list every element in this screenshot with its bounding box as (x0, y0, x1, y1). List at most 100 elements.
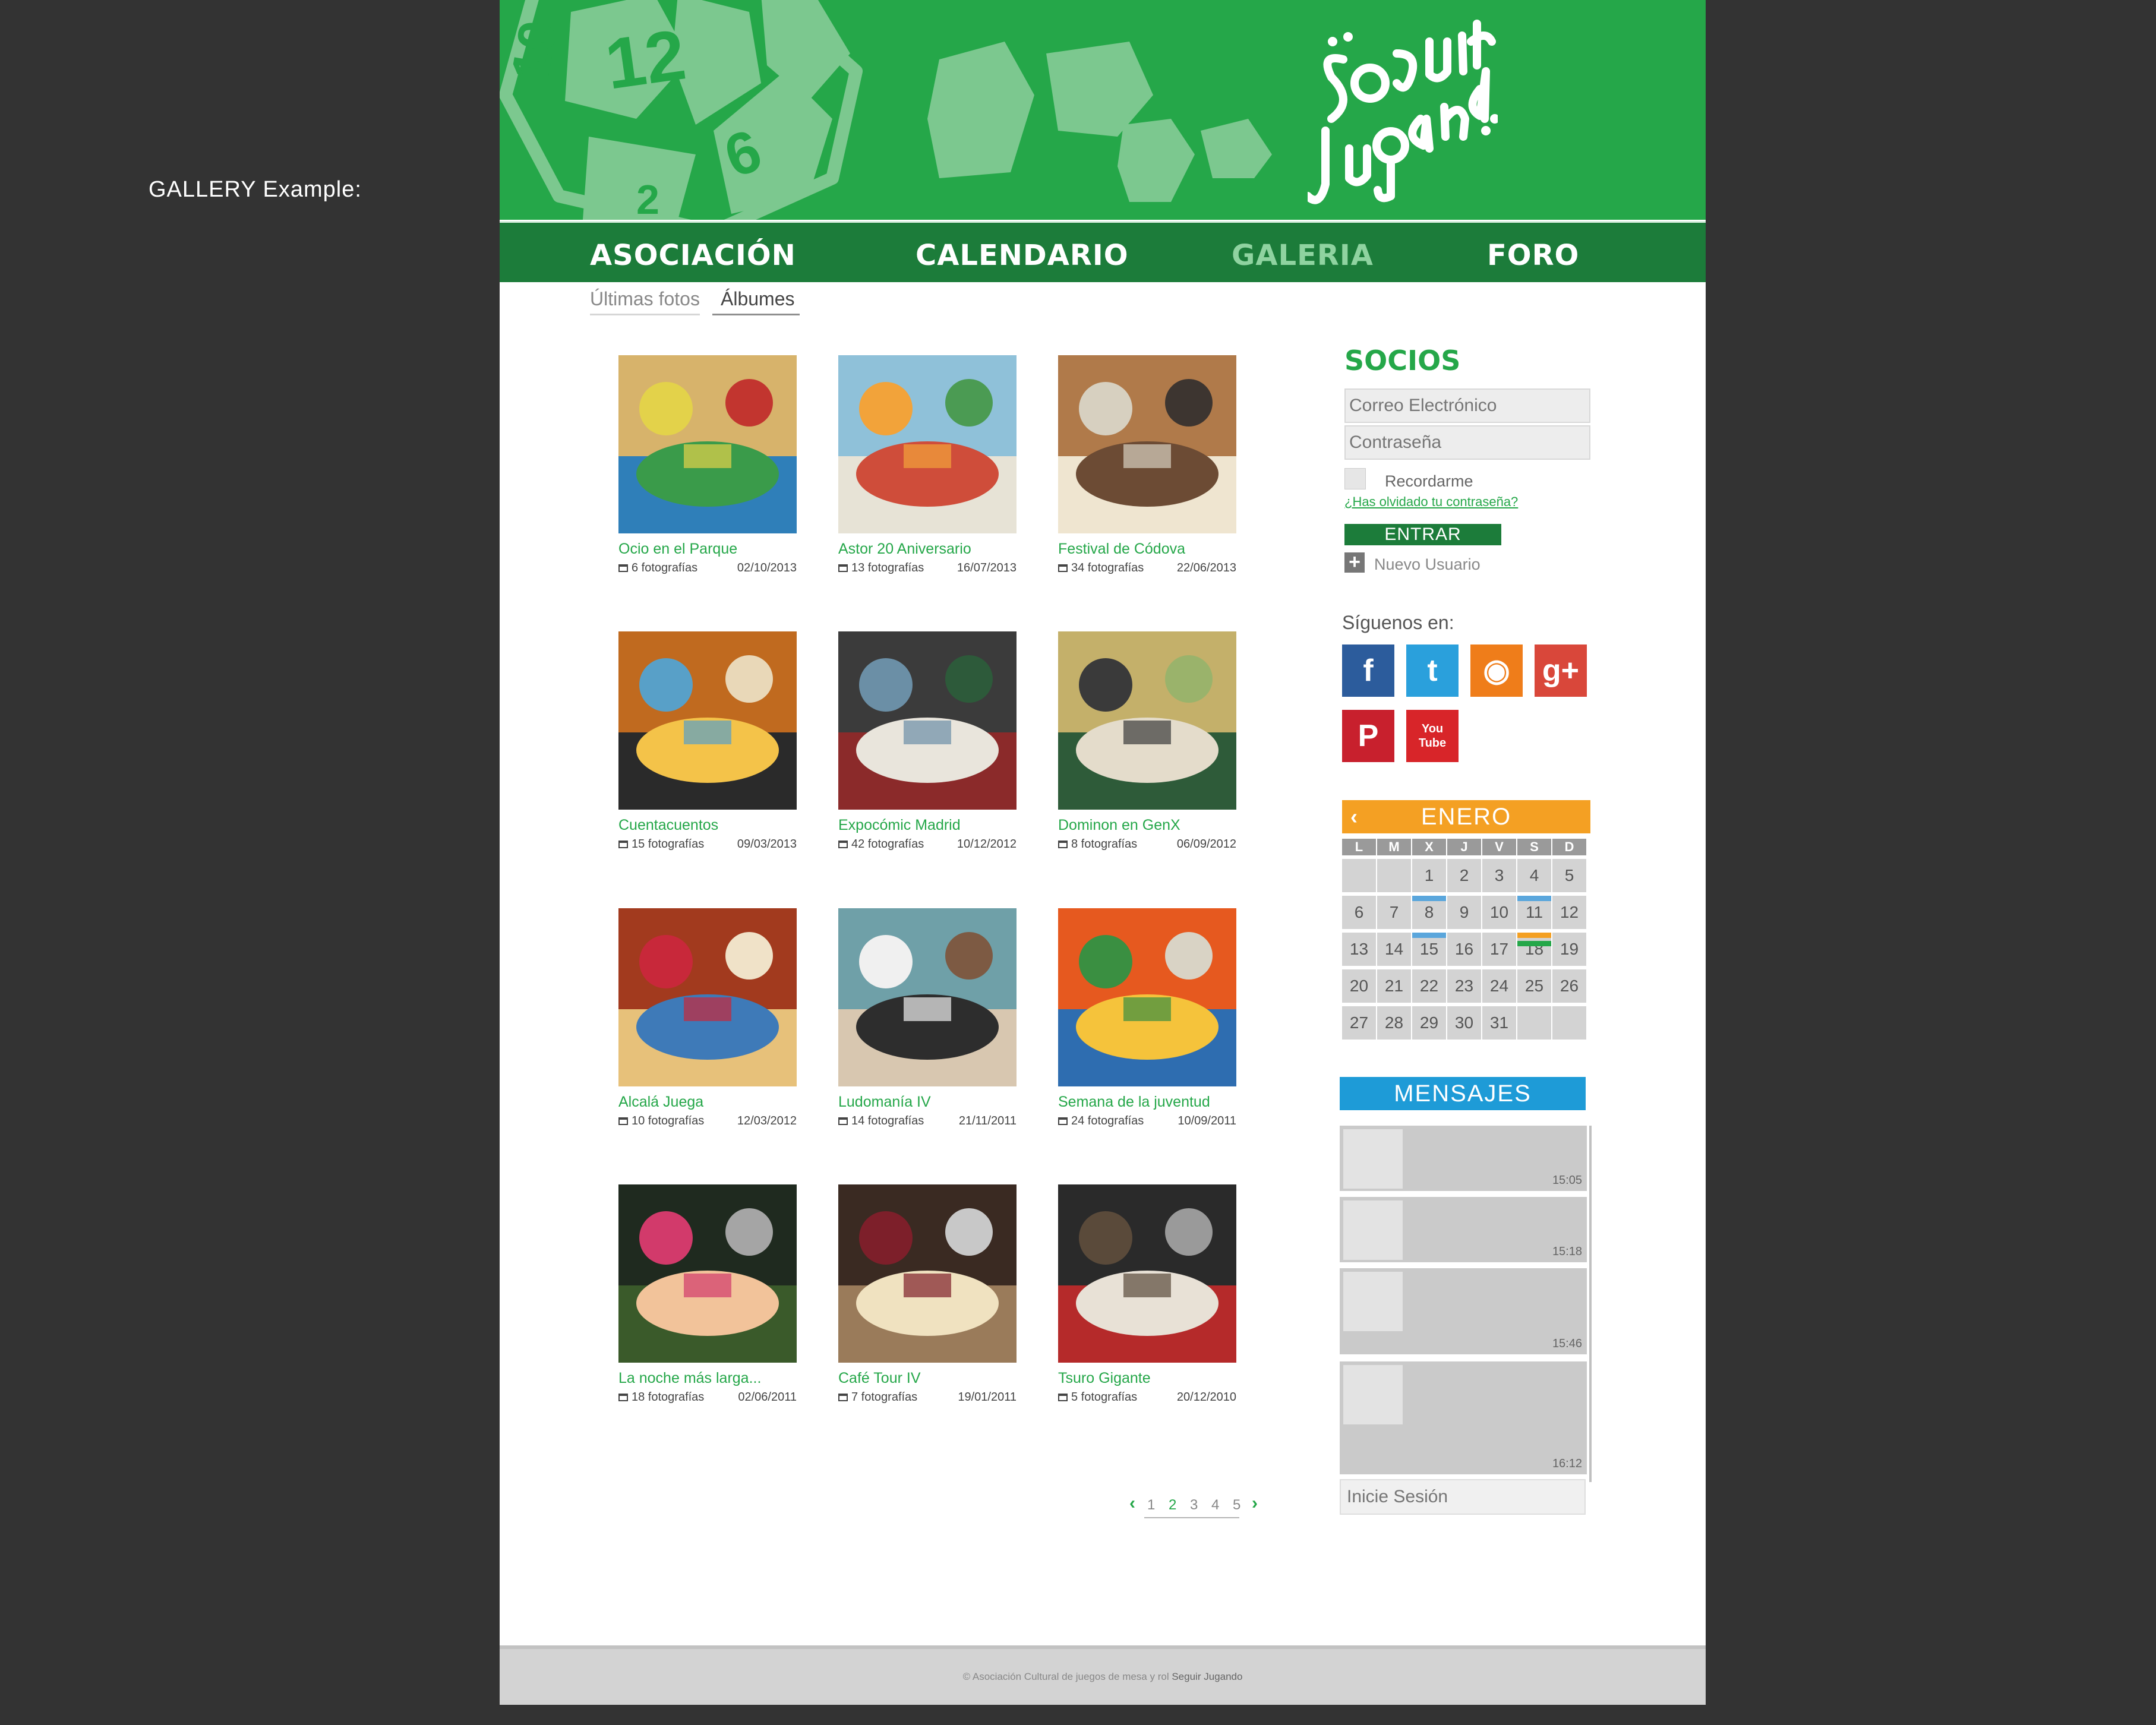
entrar-button[interactable]: ENTRAR (1344, 524, 1501, 545)
page-link[interactable]: 5 (1233, 1497, 1240, 1514)
calendar-day[interactable]: 18 (1517, 933, 1551, 966)
album-card[interactable]: Café Tour IV 7 fotografías 19/01/2011 (838, 1184, 1017, 1406)
message-item[interactable]: 16:12 (1340, 1361, 1587, 1474)
calendar-day[interactable]: 10 (1482, 896, 1516, 929)
password-field[interactable] (1344, 425, 1590, 460)
album-card[interactable]: Festival de Códova 34 fotografías 22/06/20… (1058, 355, 1236, 577)
calendar-day[interactable]: 4 (1517, 859, 1551, 892)
rss-icon[interactable]: ◉ (1470, 644, 1523, 697)
calendar-day[interactable]: 16 (1447, 933, 1481, 966)
album-thumbnail[interactable] (838, 1184, 1017, 1363)
page-link[interactable]: 4 (1211, 1497, 1219, 1514)
calendar-day[interactable]: 11 (1517, 896, 1551, 929)
album-thumbnail[interactable] (618, 1184, 797, 1363)
calendar-day[interactable]: 17 (1482, 933, 1516, 966)
page-link[interactable]: 1 (1147, 1497, 1155, 1514)
calendar-day[interactable]: 20 (1342, 969, 1376, 1003)
youtube-icon[interactable]: You Tube (1406, 710, 1459, 762)
calendar-day[interactable]: 9 (1447, 896, 1481, 929)
album-title[interactable]: Alcalá Juega (618, 1094, 797, 1111)
calendar-day[interactable]: 29 (1412, 1006, 1446, 1040)
album-thumbnail[interactable] (618, 631, 797, 810)
calendar-day[interactable]: 27 (1342, 1006, 1376, 1040)
calendar-day[interactable]: 31 (1482, 1006, 1516, 1040)
calendar-day[interactable]: 22 (1412, 969, 1446, 1003)
page-link-current[interactable]: 2 (1169, 1497, 1176, 1514)
calendar-day[interactable]: 8 (1412, 896, 1446, 929)
album-card[interactable]: Semana de la juventud 24 fotografías 10/09… (1058, 908, 1236, 1130)
album-title[interactable]: Expocómic Madrid (838, 817, 1017, 834)
album-title[interactable]: Festival de Códova (1058, 541, 1236, 558)
twitter-icon[interactable]: t (1406, 644, 1459, 697)
page-link[interactable]: 3 (1190, 1497, 1198, 1514)
forgot-password-link[interactable]: ¿Has olvidado tu contraseña? (1344, 494, 1518, 510)
calendar-day[interactable]: 21 (1377, 969, 1411, 1003)
calendar-day[interactable]: 23 (1447, 969, 1481, 1003)
album-title[interactable]: Café Tour IV (838, 1370, 1017, 1387)
calendar-day[interactable]: 19 (1552, 933, 1586, 966)
album-title[interactable]: Tsuro Gigante (1058, 1370, 1236, 1387)
calendar-day[interactable]: 1 (1412, 859, 1446, 892)
album-title[interactable]: Cuentacuentos (618, 817, 797, 834)
message-item[interactable]: 15:18 (1340, 1197, 1587, 1262)
calendar-day[interactable]: 3 (1482, 859, 1516, 892)
message-item[interactable]: 15:05 (1340, 1126, 1587, 1191)
album-thumbnail[interactable] (1058, 1184, 1236, 1363)
calendar-day[interactable]: 26 (1552, 969, 1586, 1003)
calendar-day[interactable]: 7 (1377, 896, 1411, 929)
google-plus-icon[interactable]: g+ (1535, 644, 1587, 697)
album-title[interactable]: Astor 20 Aniversario (838, 541, 1017, 558)
calendar-day[interactable]: 14 (1377, 933, 1411, 966)
nav-calendario[interactable]: CALENDARIO (916, 223, 1129, 282)
message-item[interactable]: 15:46 (1340, 1268, 1587, 1354)
calendar-day[interactable]: 25 (1517, 969, 1551, 1003)
album-card[interactable]: Expocómic Madrid 42 fotografías 10/12/2012 (838, 631, 1017, 853)
album-title[interactable]: La noche más larga... (618, 1370, 797, 1387)
remember-checkbox[interactable] (1344, 468, 1366, 489)
album-card[interactable]: Ludomanía IV 14 fotografías 21/11/2011 (838, 908, 1017, 1130)
login-message-field[interactable] (1340, 1479, 1586, 1515)
album-card[interactable]: Cuentacuentos 15 fotografías 09/03/2013 (618, 631, 797, 853)
album-card[interactable]: Alcalá Juega 10 fotografías 12/03/2012 (618, 908, 797, 1130)
new-user-link[interactable]: Nuevo Usuario (1374, 555, 1481, 574)
calendar-day[interactable]: 24 (1482, 969, 1516, 1003)
album-thumbnail[interactable] (618, 355, 797, 533)
album-title[interactable]: Ludomanía IV (838, 1094, 1017, 1111)
album-thumbnail[interactable] (1058, 355, 1236, 533)
album-title[interactable]: Semana de la juventud (1058, 1094, 1236, 1111)
album-card[interactable]: La noche más larga... 18 fotografías 02/06… (618, 1184, 797, 1406)
album-thumbnail[interactable] (618, 908, 797, 1086)
email-field[interactable] (1344, 388, 1590, 423)
album-meta: 10 fotografías 12/03/2012 (618, 1114, 797, 1130)
album-thumbnail[interactable] (1058, 631, 1236, 810)
album-card[interactable]: Astor 20 Aniversario 13 fotografías 16/07/… (838, 355, 1017, 577)
calendar-day[interactable]: 6 (1342, 896, 1376, 929)
nav-asociacion[interactable]: ASOCIACIÓN (590, 223, 796, 282)
calendar-day[interactable]: 30 (1447, 1006, 1481, 1040)
facebook-icon[interactable]: f (1342, 644, 1394, 697)
album-thumbnail[interactable] (838, 355, 1017, 533)
nav-galeria[interactable]: GALERIA (1232, 223, 1374, 282)
pinterest-icon[interactable]: P (1342, 710, 1394, 762)
calendar-day[interactable]: 5 (1552, 859, 1586, 892)
tab-albumes[interactable]: Álbumes (712, 288, 800, 315)
album-title[interactable]: Ocio en el Parque (618, 541, 797, 558)
calendar-day[interactable]: 12 (1552, 896, 1586, 929)
prev-page-icon[interactable]: ‹ (1129, 1493, 1135, 1514)
album-card[interactable]: Ocio en el Parque 6 fotografías 02/10/2013 (618, 355, 797, 577)
nav-foro[interactable]: FORO (1487, 223, 1579, 282)
album-thumbnail[interactable] (1058, 908, 1236, 1086)
calendar-day[interactable]: 13 (1342, 933, 1376, 966)
tab-ultimas-fotos[interactable]: Últimas fotos (590, 288, 700, 315)
album-title[interactable]: Dominon en GenX (1058, 817, 1236, 834)
album-thumbnail[interactable] (838, 908, 1017, 1086)
album-card[interactable]: Tsuro Gigante 5 fotografías 20/12/2010 (1058, 1184, 1236, 1406)
plus-icon[interactable]: + (1344, 552, 1365, 573)
footer-brand[interactable]: Seguir Jugando (1172, 1671, 1242, 1682)
album-card[interactable]: Dominon en GenX 8 fotografías 06/09/2012 (1058, 631, 1236, 853)
album-thumbnail[interactable] (838, 631, 1017, 810)
next-page-icon[interactable]: › (1252, 1493, 1258, 1514)
calendar-day[interactable]: 15 (1412, 933, 1446, 966)
calendar-day[interactable]: 2 (1447, 859, 1481, 892)
calendar-day[interactable]: 28 (1377, 1006, 1411, 1040)
